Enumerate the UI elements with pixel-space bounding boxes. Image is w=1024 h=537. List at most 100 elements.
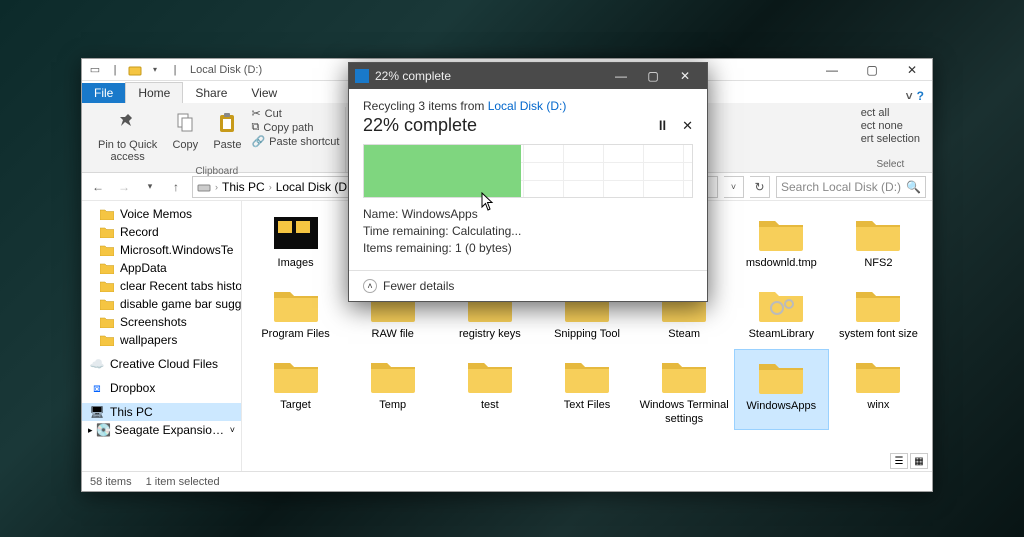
dialog-minimize-button[interactable]: —: [605, 63, 637, 89]
drive-icon-bc: [197, 180, 211, 194]
status-selection: 1 item selected: [146, 476, 220, 488]
window-maximize-button[interactable]: ▢: [852, 59, 892, 81]
file-item[interactable]: test: [442, 349, 537, 429]
file-item[interactable]: Target: [248, 349, 343, 429]
file-item[interactable]: Text Files: [539, 349, 634, 429]
qat-separator-2: |: [168, 63, 182, 77]
file-item[interactable]: msdownld.tmp: [734, 207, 829, 274]
progress-bar: [363, 144, 693, 198]
nav-item-4[interactable]: clear Recent tabs history: [82, 277, 241, 295]
nav-item-2[interactable]: Microsoft.WindowsTe: [82, 241, 241, 259]
copy-path-button[interactable]: ⧉Copy path: [251, 121, 339, 134]
qat-icon-1[interactable]: ▭: [88, 63, 102, 77]
nav-seagate-drive[interactable]: ▸ 💽 Seagate Expansion Drive ( ˅: [82, 421, 241, 439]
select-none-button[interactable]: ect none: [861, 120, 920, 132]
pin-to-quick-access-button[interactable]: Pin to Quick access: [94, 107, 161, 165]
dialog-titlebar[interactable]: 22% complete — ▢ ✕: [349, 63, 707, 89]
refresh-button[interactable]: ↻: [750, 176, 770, 198]
file-item[interactable]: SteamLibrary: [734, 278, 829, 345]
paste-button[interactable]: Paste: [209, 107, 245, 153]
folder-icon: [100, 225, 114, 239]
help-icon[interactable]: ?: [917, 89, 924, 103]
folder-icon: [100, 333, 114, 347]
nav-item-0[interactable]: Voice Memos: [82, 205, 241, 223]
ribbon-collapse-icon[interactable]: ˅: [906, 89, 913, 103]
file-label: NFS2: [864, 257, 892, 270]
nav-recent-dropdown[interactable]: ▾: [140, 177, 160, 197]
paste-icon: [213, 109, 241, 137]
file-label: test: [481, 399, 499, 412]
status-bar: 58 items 1 item selected: [82, 471, 932, 491]
nav-item-7[interactable]: wallpapers: [82, 331, 241, 349]
this-pc-icon: 🖥: [90, 405, 104, 419]
tab-share[interactable]: Share: [183, 83, 239, 103]
nav-forward-button[interactable]: →: [114, 177, 134, 197]
select-all-button[interactable]: ect all: [861, 107, 920, 119]
file-item[interactable]: winx: [831, 349, 926, 429]
file-item[interactable]: Windows Terminal settings: [637, 349, 732, 429]
file-item[interactable]: system font size: [831, 278, 926, 345]
qat-dropdown-icon[interactable]: ▾: [148, 63, 162, 77]
cut-button[interactable]: ✂Cut: [251, 107, 339, 120]
drive-icon-nav: 💽: [97, 423, 111, 437]
breadcrumb-dropdown[interactable]: ˅: [724, 176, 744, 198]
fewer-details-button[interactable]: Fewer details: [383, 279, 454, 293]
file-item[interactable]: Program Files: [248, 278, 343, 345]
breadcrumb-drive[interactable]: Local Disk (D:): [276, 180, 355, 194]
window-minimize-button[interactable]: —: [812, 59, 852, 81]
file-item[interactable]: WindowsApps: [734, 349, 829, 429]
copy-icon: [171, 109, 199, 137]
file-label: RAW file: [372, 328, 414, 341]
file-item[interactable]: Images: [248, 207, 343, 274]
dialog-close-button[interactable]: ✕: [669, 63, 701, 89]
folder-icon: [100, 279, 114, 293]
nav-back-button[interactable]: ←: [88, 177, 108, 197]
search-placeholder: Search Local Disk (D:): [781, 180, 901, 194]
ribbon-group-select: ect all ect none ert selection Select: [855, 107, 926, 172]
chevron-up-icon[interactable]: ˄: [363, 279, 377, 293]
dialog-percent-text: 22% complete: [363, 115, 477, 136]
folder-icon: [852, 211, 904, 253]
nav-dropbox[interactable]: ⧈ Dropbox: [82, 379, 241, 397]
folder-icon: [755, 282, 807, 324]
dialog-cancel-button[interactable]: ✕: [682, 118, 693, 134]
nav-this-pc[interactable]: 🖥 This PC: [82, 403, 241, 421]
pin-icon: [114, 109, 142, 137]
folder-icon: [755, 354, 807, 396]
nav-up-button[interactable]: ↑: [166, 177, 186, 197]
folder-icon: [270, 282, 322, 324]
tab-view[interactable]: View: [239, 83, 289, 103]
nav-item-1[interactable]: Record: [82, 223, 241, 241]
nav-creative-cloud[interactable]: ☁️ Creative Cloud Files: [82, 355, 241, 373]
window-close-button[interactable]: ✕: [892, 59, 932, 81]
dialog-operation-text: Recycling 3 items from Local Disk (D:): [363, 99, 693, 113]
folder-icon: [755, 211, 807, 253]
folder-icon: [100, 261, 114, 275]
invert-selection-button[interactable]: ert selection: [861, 133, 920, 145]
file-item[interactable]: NFS2: [831, 207, 926, 274]
copy-button[interactable]: Copy: [167, 107, 203, 153]
dialog-app-icon: [355, 69, 369, 83]
nav-item-3[interactable]: AppData: [82, 259, 241, 277]
paste-shortcut-button[interactable]: 🔗Paste shortcut: [251, 135, 339, 148]
dialog-pause-button[interactable]: ll: [659, 118, 666, 134]
file-item[interactable]: Temp: [345, 349, 440, 429]
nav-item-6[interactable]: Screenshots: [82, 313, 241, 331]
folder-icon: [100, 297, 114, 311]
folder-icon: [852, 353, 904, 395]
view-icons-button[interactable]: ▦: [910, 453, 928, 469]
file-label: Steam: [668, 328, 700, 341]
breadcrumb-this-pc[interactable]: This PC›: [222, 180, 272, 194]
tab-file[interactable]: File: [82, 83, 125, 103]
navigation-pane: Voice MemosRecordMicrosoft.WindowsTeAppD…: [82, 201, 242, 471]
file-label: winx: [867, 399, 889, 412]
nav-item-5[interactable]: disable game bar sugge: [82, 295, 241, 313]
dialog-title: 22% complete: [375, 69, 451, 83]
tab-home[interactable]: Home: [125, 82, 183, 103]
drive-icon: [128, 63, 142, 77]
folder-icon: [100, 243, 114, 257]
dialog-source-link[interactable]: Local Disk (D:): [488, 99, 567, 113]
dialog-maximize-button[interactable]: ▢: [637, 63, 669, 89]
view-details-button[interactable]: ☰: [890, 453, 908, 469]
search-input[interactable]: Search Local Disk (D:) 🔍: [776, 176, 926, 198]
